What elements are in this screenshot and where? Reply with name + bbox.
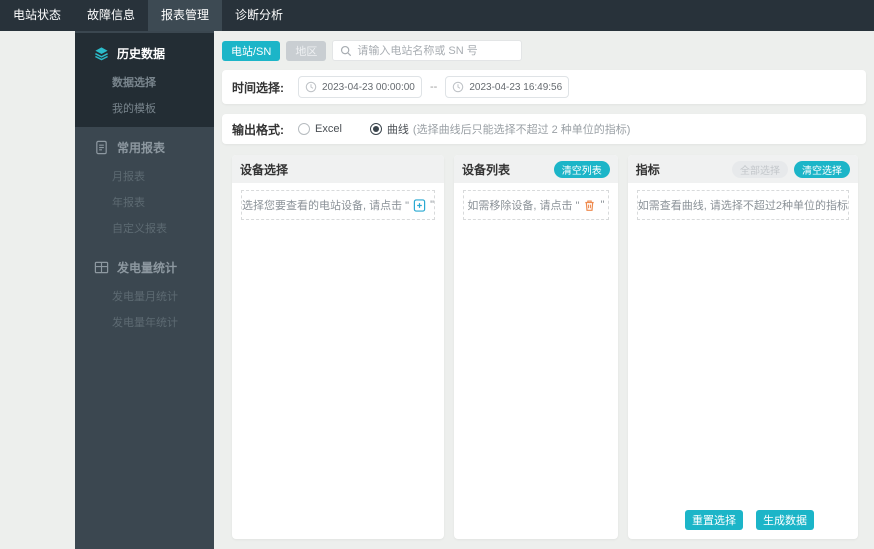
sidebar-item-yearly-report[interactable]: 年报表 <box>75 189 214 215</box>
sidebar: 历史数据 数据选择 我的模板 常用报表 月报表 年报表 自定义报表 发电量统计 <box>75 31 214 549</box>
generate-data-button[interactable]: 生成数据 <box>756 510 814 530</box>
clock-icon <box>305 81 317 93</box>
sidebar-section-generation-stats: 发电量统计 发电量月统计 发电量年统计 <box>75 247 214 341</box>
device-select-hint-box: 选择您要查看的电站设备, 请点击 " " <box>241 190 435 220</box>
excel-radio-label[interactable]: Excel <box>315 123 342 135</box>
top-nav: 电站状态 故障信息 报表管理 诊断分析 <box>0 0 874 31</box>
reset-selection-button[interactable]: 重置选择 <box>685 510 743 530</box>
clear-device-list-button[interactable]: 清空列表 <box>553 160 610 178</box>
search-icon <box>340 45 352 57</box>
device-select-hint-suffix: " <box>430 199 434 211</box>
metrics-panel-header: 指标 全部选择 清空选择 <box>627 155 858 183</box>
search-box <box>332 40 523 61</box>
sidebar-header-generation-stats[interactable]: 发电量统计 <box>75 251 214 283</box>
device-list-panel-title: 设备列表 <box>461 162 510 177</box>
output-format-label: 输出格式: <box>232 122 284 137</box>
metrics-hint-box: 如需查看曲线, 请选择不超过2种单位的指标 <box>636 190 849 220</box>
start-time-value: 2023-04-23 00:00:00 <box>322 81 415 93</box>
nav-tab-diagnosis[interactable]: 诊断分析 <box>222 0 296 31</box>
metrics-hint-text: 如需查看曲线, 请选择不超过2种单位的指标 <box>637 200 848 212</box>
clear-metrics-button[interactable]: 清空选择 <box>794 160 850 178</box>
time-select-card: 时间选择: 2023-04-23 00:00:00 -- 2023-04-23 … <box>222 70 866 104</box>
device-list-panel-header: 设备列表 清空列表 <box>453 155 618 183</box>
start-time-input[interactable]: 2023-04-23 00:00:00 <box>298 76 422 98</box>
curve-radio[interactable] <box>369 123 382 135</box>
sidebar-item-monthly-generation[interactable]: 发电量月统计 <box>75 283 214 309</box>
metrics-panel: 指标 全部选择 清空选择 如需查看曲线, 请选择不超过2种单位的指标 重置选择 … <box>627 155 858 539</box>
nav-tab-report-management[interactable]: 报表管理 <box>148 0 223 31</box>
sidebar-item-yearly-generation[interactable]: 发电量年统计 <box>75 309 214 335</box>
trash-icon <box>583 199 596 212</box>
select-all-metrics-button[interactable]: 全部选择 <box>732 160 788 178</box>
panels-row: 设备选择 选择您要查看的电站设备, 请点击 " " 设备列表 清空列表 如需移除… <box>232 155 858 539</box>
device-select-panel: 设备选择 选择您要查看的电站设备, 请点击 " " <box>232 155 444 539</box>
sidebar-header-label: 发电量统计 <box>117 261 178 275</box>
end-time-input[interactable]: 2023-04-23 16:49:56 <box>445 76 570 98</box>
time-select-label: 时间选择: <box>232 80 284 95</box>
device-list-hint-prefix: 如需移除设备, 请点击 " <box>467 200 580 212</box>
filter-bar: 电站/SN 地区 <box>214 31 874 70</box>
end-time-value: 2023-04-23 16:49:56 <box>469 81 563 93</box>
left-gutter <box>0 31 75 549</box>
nav-tab-station-status[interactable]: 电站状态 <box>0 0 74 31</box>
device-list-hint-suffix: " <box>600 199 605 211</box>
device-select-panel-header: 设备选择 <box>232 155 444 183</box>
panel-actions: 重置选择 生成数据 <box>685 510 814 530</box>
excel-radio[interactable] <box>298 123 310 135</box>
sidebar-section-common-reports: 常用报表 月报表 年报表 自定义报表 <box>75 127 214 247</box>
device-list-hint-box: 如需移除设备, 请点击 " " <box>462 190 609 220</box>
sidebar-header-common-reports[interactable]: 常用报表 <box>75 131 214 163</box>
sidebar-item-custom-report[interactable]: 自定义报表 <box>75 215 214 241</box>
device-select-panel-title: 设备选择 <box>240 162 289 177</box>
add-device-icon <box>413 198 426 212</box>
sidebar-item-my-templates[interactable]: 我的模板 <box>75 95 214 121</box>
sidebar-item-monthly-report[interactable]: 月报表 <box>75 163 214 189</box>
curve-radio-label[interactable]: 曲线 <box>387 121 409 137</box>
station-sn-filter-button[interactable]: 电站/SN <box>222 40 281 61</box>
metrics-panel-title: 指标 <box>635 162 660 177</box>
layers-icon <box>94 46 109 61</box>
sidebar-header-label: 历史数据 <box>117 47 166 61</box>
curve-option-note: (选择曲线后只能选择不超过 2 种单位的指标) <box>412 124 631 136</box>
sidebar-header-history-data[interactable]: 历史数据 <box>75 37 214 69</box>
grid-icon <box>94 260 109 275</box>
sidebar-item-data-select[interactable]: 数据选择 <box>75 69 214 95</box>
main-content: 电站/SN 地区 时间选择: 2023-04-23 00:00:00 -- <box>214 31 874 549</box>
device-list-panel: 设备列表 清空列表 如需移除设备, 请点击 " " <box>453 155 618 539</box>
search-input[interactable] <box>357 44 515 57</box>
region-filter-button[interactable]: 地区 <box>286 40 327 61</box>
sidebar-section-history-data: 历史数据 数据选择 我的模板 <box>75 33 214 127</box>
time-range-separator: -- <box>430 81 438 93</box>
clock-icon <box>452 81 464 93</box>
output-format-card: 输出格式: Excel 曲线 (选择曲线后只能选择不超过 2 种单位的指标) <box>222 114 866 144</box>
sidebar-header-label: 常用报表 <box>117 141 166 155</box>
device-select-hint-prefix: 选择您要查看的电站设备, 请点击 " <box>242 200 410 212</box>
report-icon <box>94 140 109 155</box>
nav-tab-fault-info[interactable]: 故障信息 <box>74 0 148 31</box>
